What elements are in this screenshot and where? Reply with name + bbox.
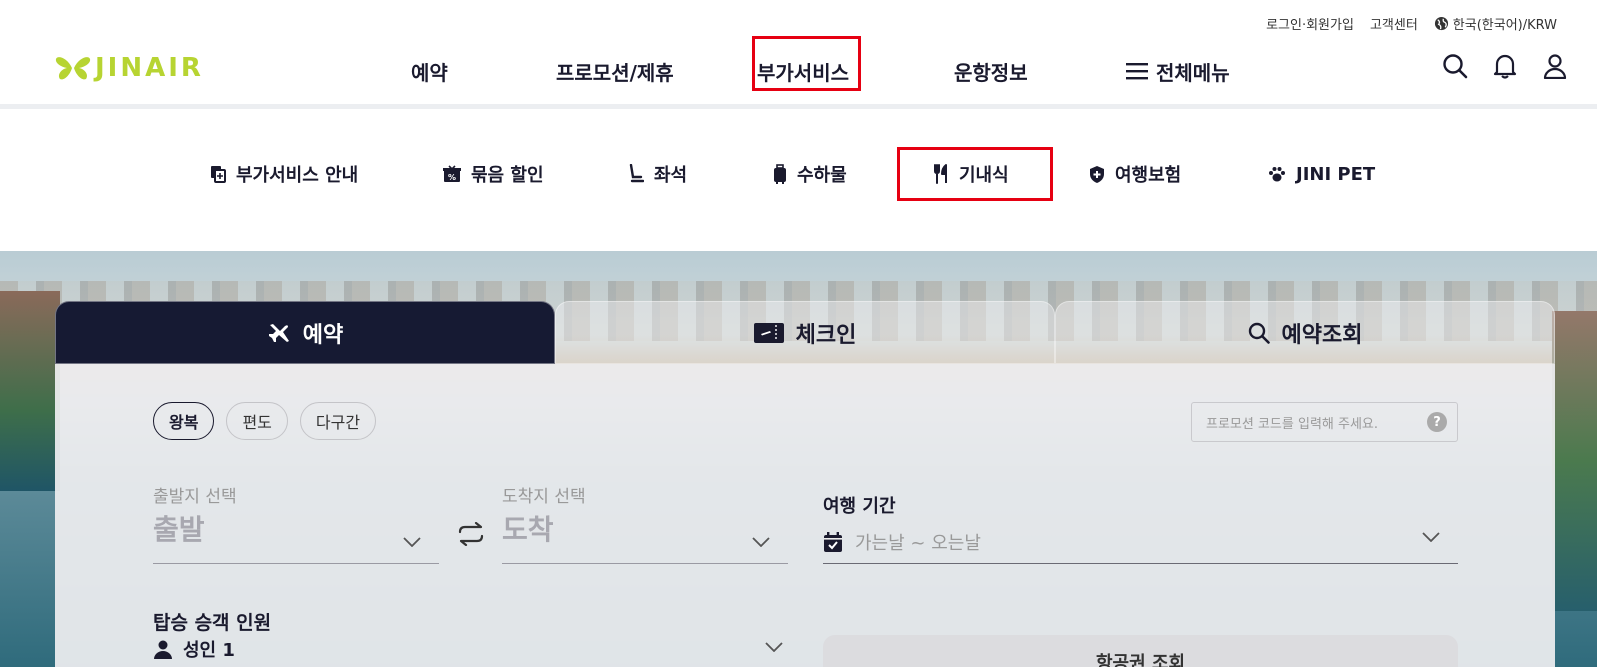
subnav-label: 여행보험: [1115, 165, 1182, 186]
chevron-down-icon: [1422, 532, 1440, 542]
trip-type-oneway[interactable]: 편도: [226, 402, 288, 440]
tab-label: 체크인: [795, 322, 857, 348]
arrival-field[interactable]: 도착지 선택 도착: [502, 482, 788, 564]
hamburger-icon: [1126, 63, 1148, 80]
chevron-down-icon: [403, 537, 421, 547]
header-icons: [1441, 52, 1569, 80]
nav-promotion[interactable]: 프로모션/제휴: [556, 36, 674, 106]
nav-flight-info[interactable]: 운항정보: [954, 36, 1028, 106]
subnav-item-bundle[interactable]: % 묶음 할인: [443, 157, 544, 191]
nav-reservation[interactable]: 예약: [411, 36, 448, 106]
swap-route-button[interactable]: [457, 521, 485, 550]
tab-label: 예약: [302, 322, 344, 348]
subnav-item-seat[interactable]: 좌석: [628, 157, 687, 191]
promo-code-input[interactable]: 프로모션 코드를 입력해 주세요. ?: [1191, 402, 1458, 442]
subnav-item-insurance[interactable]: 여행보험: [1089, 157, 1181, 191]
subnav-label: 부가서비스 안내: [236, 165, 359, 186]
tab-label: 예약조회: [1281, 322, 1363, 348]
user-icon[interactable]: [1541, 52, 1569, 80]
luggage-icon: [774, 164, 786, 184]
subnav-label: 좌석: [654, 165, 688, 186]
passengers-value: 성인 1: [183, 640, 235, 661]
airplane-icon: [268, 323, 289, 342]
chevron-down-icon: [752, 537, 770, 547]
arrival-value: 도착: [502, 513, 554, 546]
language-selector[interactable]: 한국(한국어)/KRW: [1434, 14, 1557, 33]
trip-type-group: 왕복 편도 다구간: [153, 402, 377, 440]
departure-label: 출발지 선택: [153, 487, 237, 507]
nav-label: 프로모션/제휴: [556, 60, 674, 85]
search-icon: [1248, 322, 1270, 344]
subnav-label: 수하물: [797, 165, 847, 186]
support-link[interactable]: 고객센터: [1370, 14, 1418, 33]
subnav-item-jini-pet[interactable]: JINI PET: [1268, 157, 1375, 191]
subnav-item-guide[interactable]: 부가서비스 안내: [210, 157, 358, 191]
booking-panel: 왕복 편도 다구간 프로모션 코드를 입력해 주세요. ? 출발지 선택 출발 …: [55, 364, 1555, 667]
nav-label: 전체메뉴: [1156, 60, 1230, 85]
utility-bar: 로그인·회원가입 고객센터 한국(한국어)/KRW: [1266, 14, 1557, 33]
departure-field[interactable]: 출발지 선택 출발: [153, 482, 439, 564]
copy-plus-icon: [211, 166, 226, 183]
travel-period-label: 여행 기간: [823, 496, 896, 517]
subnav-label: JINI PET: [1296, 163, 1376, 185]
booking-tabs: 예약 체크인 예약조회: [55, 301, 1555, 364]
trip-type-round[interactable]: 왕복: [153, 402, 215, 440]
nav-label: 운항정보: [954, 60, 1028, 85]
hero-left-coast: [0, 291, 60, 491]
person-icon: [154, 640, 172, 659]
chevron-down-icon: [765, 642, 783, 652]
nav-label: 예약: [411, 60, 448, 85]
swap-icon: [458, 521, 484, 547]
seat-icon: [629, 164, 644, 183]
shield-plus-icon: [1090, 165, 1104, 183]
paw-icon: [1269, 167, 1285, 182]
help-icon[interactable]: ?: [1427, 412, 1447, 432]
extra-services-subnav: 부가서비스 안내 % 묶음 할인 좌석 수하물 기내식 여행보험 JINI PE…: [0, 109, 1597, 251]
hero-right-coast: [1552, 311, 1597, 611]
language-label: 한국(한국어)/KRW: [1452, 18, 1557, 33]
highlight-box-nav: [752, 36, 861, 91]
passengers-field[interactable]: 성인 1: [153, 636, 783, 662]
travel-period-placeholder: 가는날 ~ 오는날: [855, 532, 981, 554]
promo-placeholder: 프로모션 코드를 입력해 주세요.: [1206, 416, 1379, 432]
travel-period-field[interactable]: 가는날 ~ 오는날: [823, 520, 1458, 564]
passengers-label: 탑승 승객 인원: [153, 612, 272, 634]
nav-all-menu[interactable]: 전체메뉴: [1126, 36, 1230, 106]
tab-reservation[interactable]: 예약: [55, 301, 555, 364]
tab-checkin[interactable]: 체크인: [555, 301, 1055, 364]
svg-text:%: %: [448, 173, 456, 182]
subnav-item-baggage[interactable]: 수하물: [773, 157, 847, 191]
bell-icon[interactable]: [1491, 52, 1519, 80]
flight-search-button[interactable]: 항공권 조회: [823, 635, 1458, 667]
tab-booking-lookup[interactable]: 예약조회: [1055, 301, 1555, 364]
subnav-label: 묶음 할인: [471, 165, 544, 186]
discount-box-icon: %: [443, 165, 461, 182]
globe-icon: [1434, 16, 1448, 31]
login-link[interactable]: 로그인·회원가입: [1266, 14, 1354, 33]
highlight-box-subnav: [897, 147, 1053, 201]
arrival-label: 도착지 선택: [502, 487, 586, 507]
departure-value: 출발: [153, 513, 205, 546]
calendar-icon: [824, 531, 842, 552]
trip-type-multicity[interactable]: 다구간: [299, 402, 377, 440]
search-icon[interactable]: [1441, 52, 1469, 80]
ticket-icon: [753, 322, 784, 343]
